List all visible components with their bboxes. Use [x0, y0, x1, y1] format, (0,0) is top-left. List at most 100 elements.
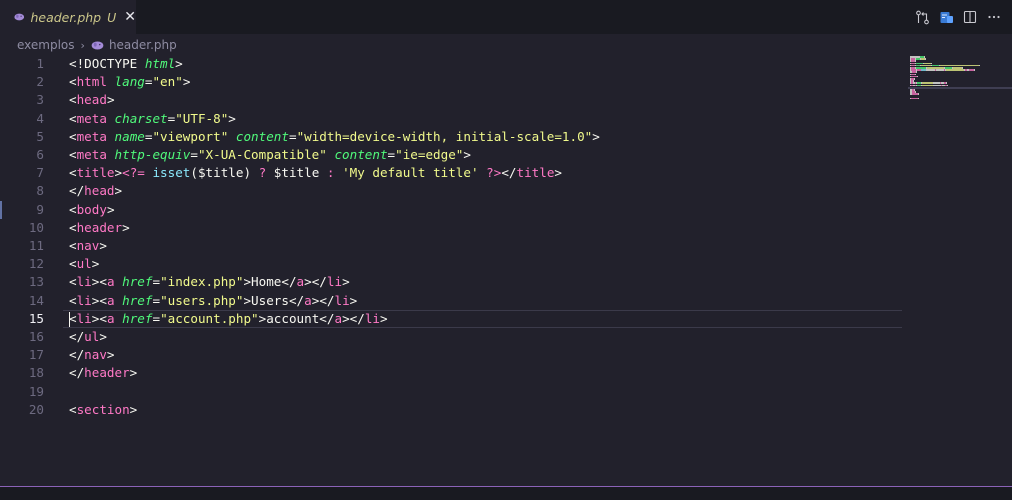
code-token: < [69, 310, 77, 326]
code-token: </ [69, 183, 85, 199]
code-text: <title><?= isset($title) ? $title : 'My … [69, 164, 562, 182]
code-token: < [69, 256, 77, 272]
line-number: 13 [28, 274, 44, 290]
minimap-segment [917, 75, 918, 78]
code-token: = [387, 147, 396, 162]
code-token: < [69, 74, 77, 90]
more-actions-icon[interactable] [982, 5, 1006, 29]
code-token: header [84, 365, 130, 381]
code-editor[interactable]: 1 <!DOCTYPE html> 2 <html lang="en"> 3 <head>… [0, 54, 905, 484]
code-text: <body> [69, 201, 115, 219]
code-line[interactable]: 10 <header> [0, 219, 905, 237]
code-token: <?= [122, 165, 153, 181]
code-token: "width=device-width, initial-scale=1.0" [296, 128, 593, 144]
breadcrumb: exemplos › header.php [0, 34, 1012, 56]
line-number: 2 [36, 74, 44, 90]
code-token: "viewport" [152, 128, 229, 144]
code-line[interactable]: 19 [0, 383, 905, 401]
code-line[interactable]: 6 <meta http-equiv="X-UA-Compatible" cont… [0, 146, 905, 164]
editor-actions [910, 0, 1006, 34]
code-token: a [334, 310, 343, 326]
line-number: 7 [36, 165, 44, 181]
code-token: = [152, 274, 161, 290]
code-text: </head> [69, 182, 122, 200]
tab-header-php[interactable]: header.php U ✕ [0, 0, 136, 34]
close-icon[interactable]: ✕ [124, 10, 136, 24]
code-token: </ [69, 329, 85, 344]
code-token: > [106, 92, 115, 108]
code-text: <li><a href="index.php">Home</a></li> [69, 273, 350, 291]
code-token: nav [76, 238, 100, 253]
code-line[interactable]: 16 </ul> [0, 328, 905, 346]
code-text: <head> [69, 91, 115, 109]
code-token: content [235, 128, 289, 144]
code-token: > [99, 238, 107, 253]
code-line[interactable]: 8 </head> [0, 182, 905, 200]
code-token: < [69, 201, 77, 217]
code-token: head [84, 183, 115, 199]
code-line[interactable]: 17 </nav> [0, 346, 905, 364]
code-line[interactable]: 2 <html lang="en"> [0, 73, 905, 91]
code-token: href [122, 310, 153, 326]
code-text: <html lang="en"> [69, 73, 190, 91]
code-text: <meta name="viewport" content="width=dev… [69, 128, 600, 146]
code-line[interactable]: 12 <ul> [0, 255, 905, 273]
open-preview-icon[interactable] [934, 5, 958, 29]
compare-changes-icon[interactable] [910, 5, 934, 29]
code-token: section [76, 401, 130, 417]
php-elephant-icon [91, 40, 104, 50]
code-line[interactable]: 7 <title><?= isset($title) ? $title : 'My… [0, 164, 905, 182]
split-editor-icon[interactable] [958, 5, 982, 29]
code-line[interactable]: 3 <head> [0, 91, 905, 109]
code-line[interactable]: 4 <meta charset="UTF-8"> [0, 110, 905, 128]
code-token: > [342, 274, 350, 290]
code-token: html [144, 56, 176, 71]
code-text: </ul> [69, 328, 107, 346]
code-token: title [516, 165, 555, 181]
code-token: > [175, 56, 183, 71]
tab-status-badge: U [107, 9, 117, 25]
code-text: <meta charset="UTF-8"> [69, 110, 236, 128]
code-line[interactable]: 5 <meta name="viewport" content="width=de… [0, 128, 905, 146]
chevron-right-icon: › [80, 38, 85, 52]
minimap[interactable] [908, 54, 1012, 114]
code-line[interactable]: 11 <nav> [0, 237, 905, 255]
code-line[interactable]: 20 <section> [0, 401, 905, 419]
code-text: <li><a href="users.php">Users</a></li> [69, 292, 357, 310]
code-token: >account</ [258, 310, 335, 326]
code-token: li [334, 292, 350, 308]
code-token: > [99, 329, 107, 344]
code-line[interactable]: 14 <li><a href="users.php">Users</a></li> [0, 292, 905, 310]
code-line[interactable]: 18 </header> [0, 364, 905, 382]
code-token: a [304, 292, 312, 308]
minimap-segment [914, 78, 915, 80]
code-text: <!DOCTYPE html> [69, 55, 183, 73]
code-token: a [106, 292, 115, 308]
php-elephant-icon [14, 13, 25, 21]
tab-file-name: header.php [30, 9, 102, 25]
code-token: </ [69, 347, 85, 363]
code-token: > [349, 292, 358, 308]
code-token: <!DOCTYPE [69, 56, 145, 71]
code-token: > [129, 365, 138, 381]
minimap-segment [974, 69, 975, 71]
code-token: ($title) [190, 165, 259, 181]
breadcrumb-file[interactable]: header.php [109, 38, 177, 52]
code-token: header [76, 219, 123, 235]
code-line[interactable]: 9 <body> [0, 201, 905, 219]
code-token: = [288, 128, 297, 144]
minimap-segment [926, 69, 935, 71]
code-line[interactable]: 15 <li><a href="account.php">account</a><… [0, 310, 905, 328]
breadcrumb-folder[interactable]: exemplos [17, 38, 75, 52]
minimap-segment [925, 58, 926, 60]
code-line[interactable]: 13 <li><a href="index.php">Home</a></li> [0, 273, 905, 291]
minimap-segment [916, 71, 917, 73]
code-line[interactable]: 1 <!DOCTYPE html> [0, 55, 905, 73]
code-token: </ [501, 165, 517, 181]
text-cursor [69, 311, 70, 327]
code-text: <li><a href="account.php">account</a></l… [69, 310, 388, 328]
